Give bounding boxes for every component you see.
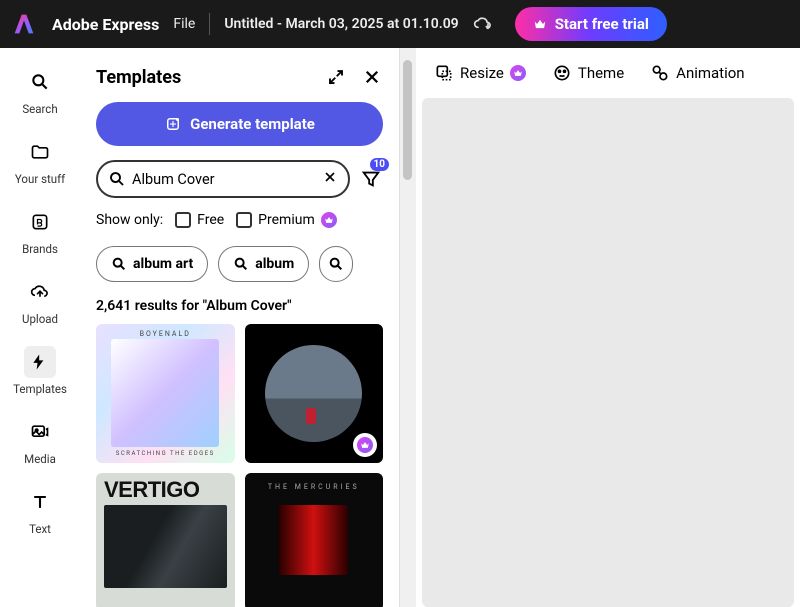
sparkle-icon <box>164 115 182 133</box>
premium-badge-icon <box>353 433 377 457</box>
start-trial-button[interactable]: Start free trial <box>515 7 667 41</box>
media-icon <box>24 416 56 448</box>
canvas[interactable] <box>422 98 794 607</box>
panel-header: Templates <box>96 66 383 88</box>
chip-album-art[interactable]: album art <box>96 246 208 282</box>
canvas-toolbar: Resize Theme Animation <box>416 48 800 98</box>
panel-title: Templates <box>96 67 181 88</box>
brands-icon <box>24 206 56 238</box>
animation-button[interactable]: Animation <box>650 63 744 83</box>
search-icon <box>24 66 56 98</box>
nav-search[interactable]: Search <box>0 66 80 116</box>
file-menu[interactable]: File <box>173 16 195 32</box>
templates-icon <box>24 346 56 378</box>
divider <box>209 13 210 35</box>
search-box[interactable] <box>96 160 350 198</box>
expand-icon[interactable] <box>325 66 347 88</box>
upload-icon <box>24 276 56 308</box>
search-icon <box>111 256 127 272</box>
resize-icon <box>434 63 454 83</box>
chip-more[interactable] <box>319 246 353 282</box>
panel-scrollbar[interactable] <box>400 48 416 607</box>
suggestion-chips: album art album <box>96 246 383 282</box>
show-only-row: Show only: Free Premium <box>96 212 383 228</box>
filter-icon <box>360 168 382 190</box>
nav-text[interactable]: Text <box>0 486 80 536</box>
filter-button[interactable]: 10 <box>358 164 383 194</box>
template-card[interactable] <box>245 324 384 463</box>
template-card[interactable]: BOYENALD SCRATCHING THE EDGES <box>96 324 235 463</box>
resize-button[interactable]: Resize <box>434 63 526 83</box>
trial-label: Start free trial <box>555 15 649 33</box>
app-logo <box>10 10 38 38</box>
templates-panel: Templates Generate template 10 Show only… <box>80 48 400 607</box>
crown-icon <box>533 17 547 31</box>
text-icon <box>24 486 56 518</box>
cloud-sync-icon[interactable] <box>473 14 493 34</box>
filter-badge: 10 <box>370 158 389 171</box>
theme-button[interactable]: Theme <box>552 63 624 83</box>
premium-checkbox[interactable]: Premium <box>236 212 337 228</box>
template-card[interactable]: THE MERCURIES <box>245 473 384 607</box>
nav-templates[interactable]: Templates <box>0 346 80 396</box>
theme-icon <box>552 63 572 83</box>
nav-brands[interactable]: Brands <box>0 206 80 256</box>
show-only-label: Show only: <box>96 212 163 228</box>
nav-media[interactable]: Media <box>0 416 80 466</box>
animation-icon <box>650 63 670 83</box>
chip-album[interactable]: album <box>218 246 309 282</box>
close-icon[interactable] <box>361 66 383 88</box>
nav-upload[interactable]: Upload <box>0 276 80 326</box>
free-checkbox[interactable]: Free <box>175 212 224 228</box>
top-bar: Adobe Express File Untitled - March 03, … <box>0 0 800 48</box>
template-card[interactable]: VERTIGO <box>96 473 235 607</box>
document-title[interactable]: Untitled - March 03, 2025 at 01.10.09 <box>224 16 458 32</box>
search-input[interactable] <box>132 171 316 188</box>
left-nav: Search Your stuff Brands Upload Template… <box>0 48 80 607</box>
brand-name: Adobe Express <box>52 15 159 34</box>
clear-search-icon[interactable] <box>322 169 338 189</box>
results-count: 2,641 results for "Album Cover" <box>96 298 383 314</box>
main: Search Your stuff Brands Upload Template… <box>0 48 800 607</box>
canvas-area: Resize Theme Animation <box>416 48 800 607</box>
generate-template-button[interactable]: Generate template <box>96 102 383 146</box>
folder-icon <box>24 136 56 168</box>
nav-your-stuff[interactable]: Your stuff <box>0 136 80 186</box>
search-icon <box>108 170 126 188</box>
crown-icon <box>510 65 526 81</box>
crown-icon <box>321 212 337 228</box>
search-icon <box>328 256 344 272</box>
scrollbar-thumb[interactable] <box>403 60 412 180</box>
search-icon <box>233 256 249 272</box>
search-row: 10 <box>96 160 383 198</box>
template-grid: BOYENALD SCRATCHING THE EDGES VERTIGO TH… <box>96 324 383 607</box>
